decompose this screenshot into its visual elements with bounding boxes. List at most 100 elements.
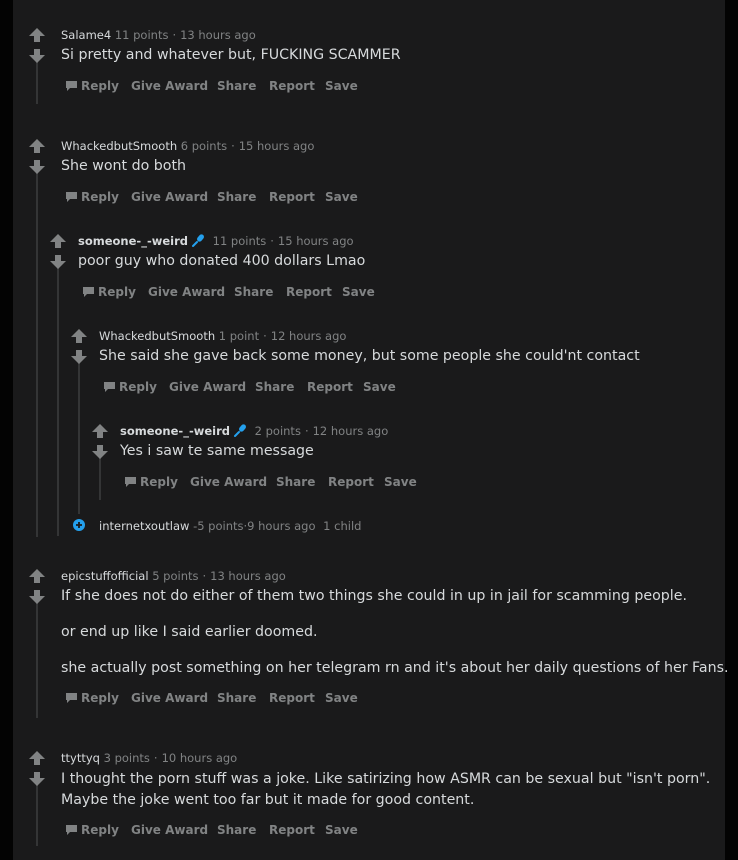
downvote-icon[interactable] bbox=[28, 48, 46, 64]
give-award-button[interactable]: Give Award bbox=[131, 689, 208, 707]
timestamp[interactable]: 15 hours ago bbox=[239, 139, 315, 153]
author-link[interactable]: someone-_-weird bbox=[120, 424, 230, 438]
report-button[interactable]: Report bbox=[286, 283, 332, 301]
give-award-button[interactable]: Give Award bbox=[190, 473, 267, 491]
reply-icon[interactable] bbox=[124, 476, 137, 488]
points: -5 points bbox=[193, 519, 244, 533]
author-link[interactable]: someone-_-weird bbox=[78, 234, 188, 248]
thread-line[interactable] bbox=[36, 57, 38, 104]
comment-body: She said she gave back some money, but s… bbox=[99, 346, 640, 367]
upvote-icon[interactable] bbox=[28, 27, 46, 43]
report-button[interactable]: Report bbox=[307, 378, 353, 396]
downvote-icon[interactable] bbox=[91, 444, 109, 460]
downvote-icon[interactable] bbox=[28, 159, 46, 175]
reply-icon[interactable] bbox=[103, 381, 116, 393]
points: 6 points bbox=[180, 139, 228, 153]
points: 3 points bbox=[103, 751, 150, 765]
report-button[interactable]: Report bbox=[328, 473, 374, 491]
share-button[interactable]: Share bbox=[255, 378, 294, 396]
reply-icon[interactable] bbox=[82, 286, 95, 298]
save-button[interactable]: Save bbox=[325, 188, 358, 206]
share-button[interactable]: Share bbox=[276, 473, 315, 491]
collapsed-comment-meta[interactable]: internetxoutlaw -5 points·9 hours ago 1 … bbox=[99, 518, 361, 534]
timestamp[interactable]: 15 hours ago bbox=[278, 234, 354, 248]
reply-icon[interactable] bbox=[65, 191, 78, 203]
report-button[interactable]: Report bbox=[269, 689, 315, 707]
thread-line[interactable] bbox=[99, 454, 101, 500]
author-link[interactable]: WhackedbutSmooth bbox=[61, 139, 177, 153]
points: 2 points bbox=[254, 424, 301, 438]
downvote-icon[interactable] bbox=[28, 589, 46, 605]
upvote-icon[interactable] bbox=[28, 568, 46, 584]
author-link[interactable]: epicstuffofficial bbox=[61, 569, 149, 583]
children-count[interactable]: 1 child bbox=[323, 519, 361, 533]
upvote-icon[interactable] bbox=[28, 138, 46, 154]
author-link[interactable]: WhackedbutSmooth bbox=[99, 329, 215, 343]
timestamp[interactable]: 12 hours ago bbox=[271, 329, 347, 343]
share-button[interactable]: Share bbox=[217, 77, 256, 95]
report-button[interactable]: Report bbox=[269, 821, 315, 839]
give-award-button[interactable]: Give Award bbox=[131, 77, 208, 95]
upvote-icon[interactable] bbox=[28, 750, 46, 766]
comment-body: If she does not do either of them two th… bbox=[61, 586, 728, 679]
author-link[interactable]: internetxoutlaw bbox=[99, 519, 189, 533]
reply-button[interactable]: Reply bbox=[81, 77, 119, 95]
reply-button[interactable]: Reply bbox=[119, 378, 157, 396]
reply-button[interactable]: Reply bbox=[81, 689, 119, 707]
thread-line[interactable] bbox=[36, 597, 38, 718]
share-button[interactable]: Share bbox=[234, 283, 273, 301]
reply-icon[interactable] bbox=[65, 692, 78, 704]
report-button[interactable]: Report bbox=[269, 77, 315, 95]
comment-paragraph: If she does not do either of them two th… bbox=[61, 588, 687, 604]
reply-button[interactable]: Reply bbox=[98, 283, 136, 301]
upvote-icon[interactable] bbox=[49, 233, 67, 249]
thread-line[interactable] bbox=[36, 778, 38, 846]
share-button[interactable]: Share bbox=[217, 188, 256, 206]
save-button[interactable]: Save bbox=[363, 378, 396, 396]
comment-meta: someone-_-weird 11 points · 15 hours ago bbox=[78, 234, 354, 248]
comment-paragraph: She wont do both bbox=[61, 158, 187, 174]
downvote-icon[interactable] bbox=[70, 349, 88, 365]
author-link[interactable]: ttyttyq bbox=[61, 751, 100, 765]
timestamp[interactable]: 13 hours ago bbox=[180, 28, 256, 42]
comment-paragraph: She said she gave back some money, but s… bbox=[99, 348, 640, 364]
give-award-button[interactable]: Give Award bbox=[169, 378, 246, 396]
comment-paragraph: Maybe the joke went too far but it made … bbox=[61, 792, 475, 808]
expand-icon[interactable] bbox=[72, 518, 86, 532]
timestamp[interactable]: 12 hours ago bbox=[313, 424, 389, 438]
timestamp[interactable]: 9 hours ago bbox=[247, 519, 315, 533]
comment-paragraph: poor guy who donated 400 dollars Lmao bbox=[78, 253, 366, 269]
downvote-icon[interactable] bbox=[49, 254, 67, 270]
save-button[interactable]: Save bbox=[342, 283, 375, 301]
timestamp[interactable]: 10 hours ago bbox=[162, 751, 238, 765]
reply-icon[interactable] bbox=[65, 80, 78, 92]
reply-button[interactable]: Reply bbox=[140, 473, 178, 491]
upvote-icon[interactable] bbox=[70, 328, 88, 344]
give-award-button[interactable]: Give Award bbox=[131, 821, 208, 839]
report-button[interactable]: Report bbox=[269, 188, 315, 206]
thread-line[interactable] bbox=[36, 169, 38, 537]
give-award-button[interactable]: Give Award bbox=[148, 283, 225, 301]
give-award-button[interactable]: Give Award bbox=[131, 188, 208, 206]
microphone-icon bbox=[191, 234, 204, 247]
reply-button[interactable]: Reply bbox=[81, 188, 119, 206]
save-button[interactable]: Save bbox=[325, 821, 358, 839]
thread-line[interactable] bbox=[78, 359, 80, 514]
timestamp[interactable]: 13 hours ago bbox=[210, 569, 286, 583]
comment-body: Yes i saw te same message bbox=[120, 441, 314, 462]
thread-line[interactable] bbox=[57, 264, 59, 536]
save-button[interactable]: Save bbox=[325, 689, 358, 707]
upvote-icon[interactable] bbox=[91, 423, 109, 439]
comment-paragraph: she actually post something on her teleg… bbox=[61, 660, 729, 676]
comment-paragraph: or end up like I said earlier doomed. bbox=[61, 624, 318, 640]
save-button[interactable]: Save bbox=[325, 77, 358, 95]
reply-icon[interactable] bbox=[65, 824, 78, 836]
author-link[interactable]: Salame4 bbox=[61, 28, 111, 42]
share-button[interactable]: Share bbox=[217, 821, 256, 839]
downvote-icon[interactable] bbox=[28, 771, 46, 787]
comment-meta: someone-_-weird 2 points · 12 hours ago bbox=[120, 424, 389, 438]
save-button[interactable]: Save bbox=[384, 473, 417, 491]
reply-button[interactable]: Reply bbox=[81, 821, 119, 839]
points: 1 point bbox=[218, 329, 260, 343]
share-button[interactable]: Share bbox=[217, 689, 256, 707]
